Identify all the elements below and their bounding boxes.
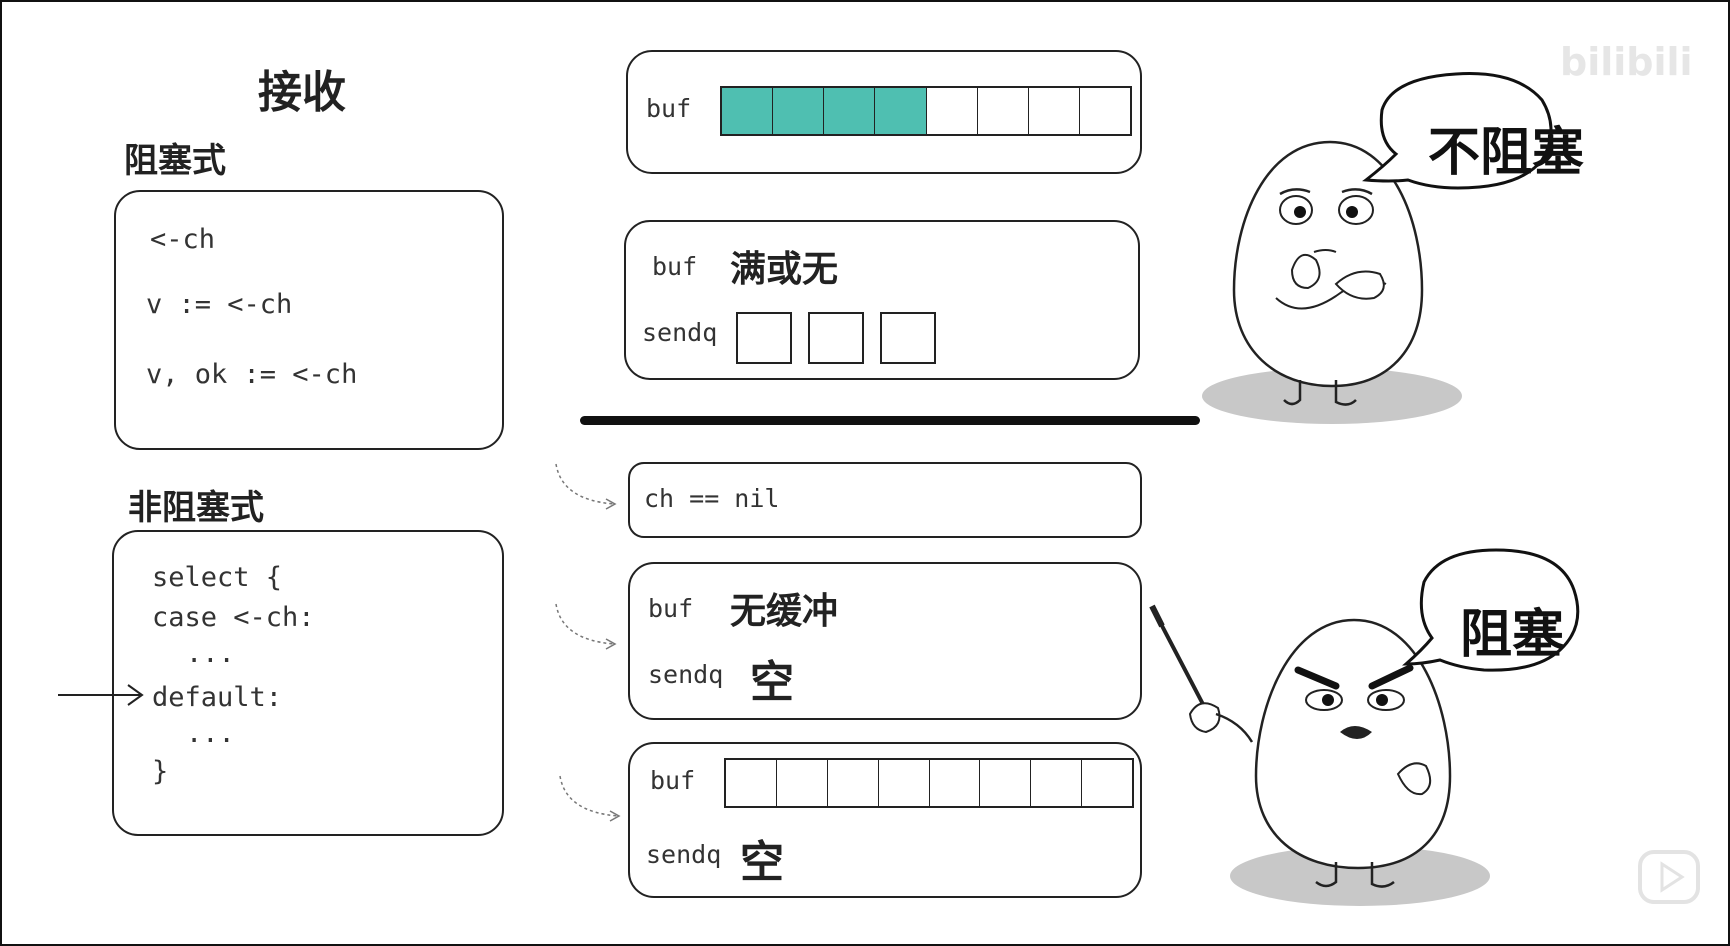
- buffer-slot-empty: [777, 760, 828, 806]
- blocking-heading: 阻塞式: [124, 141, 226, 181]
- buffer-slot-empty: [726, 760, 777, 806]
- case-nil-channel: ch == nil: [628, 462, 1142, 538]
- sendq-slot: [736, 312, 792, 364]
- buffer-slot-empty: [828, 760, 879, 806]
- play-icon[interactable]: [1636, 842, 1704, 910]
- blocking-code-box: <-ch v := <-ch v, ok := <-ch: [114, 190, 504, 450]
- buffer-slot-empty: [879, 760, 930, 806]
- nonblocking-code-box: select { case <-ch: ... default: ... }: [112, 530, 504, 836]
- code-line: v, ok := <-ch: [146, 359, 358, 390]
- code-line: v := <-ch: [146, 289, 293, 320]
- sendq-label: sendq: [642, 318, 718, 347]
- case-unbuffered-empty-sendq: buf 无缓冲 sendq 空: [628, 562, 1142, 720]
- sendq-label: sendq: [646, 840, 722, 869]
- case-sendq-waiting: buf 满或无 sendq: [624, 220, 1140, 380]
- buffer-slot-empty: [927, 88, 978, 134]
- buffer-slot-filled: [875, 88, 927, 134]
- buffer-slot-filled: [773, 88, 825, 134]
- case-empty-buffer-empty-sendq: buf sendq 空: [628, 742, 1142, 898]
- buffer-slots: [720, 86, 1132, 136]
- dotted-arrow-icon: [555, 463, 617, 510]
- pointer-arrow-icon: [58, 684, 144, 706]
- buffer-slot-empty: [1080, 88, 1130, 134]
- code-line: case <-ch:: [152, 602, 315, 633]
- buffer-slot-empty: [980, 760, 1032, 806]
- sendq-note: 空: [750, 657, 794, 708]
- buf-label: buf: [652, 252, 698, 281]
- code-line: default:: [152, 682, 283, 713]
- code-line: ...: [186, 638, 235, 669]
- nil-check-text: ch == nil: [644, 484, 780, 513]
- buffer-slot-empty: [930, 760, 981, 806]
- page-title: 接收: [258, 67, 346, 118]
- buf-note: 无缓冲: [730, 590, 839, 632]
- buf-label: buf: [648, 594, 694, 623]
- case-buf-has-data: buf: [626, 50, 1142, 174]
- buf-note: 满或无: [730, 248, 839, 290]
- buf-label: buf: [650, 766, 696, 795]
- sendq-slot: [808, 312, 864, 364]
- code-line: }: [152, 756, 169, 787]
- buffer-slot-empty: [1029, 88, 1080, 134]
- dotted-arrow-icon: [555, 603, 617, 650]
- dotted-arrow-icon: [559, 775, 621, 822]
- sendq-slot: [880, 312, 936, 364]
- section-divider: [580, 416, 1200, 425]
- buffer-slot-filled: [722, 88, 774, 134]
- bubble-bottom-text: 阻塞: [1460, 604, 1565, 665]
- buffer-slot-empty: [1031, 760, 1083, 806]
- buffer-slots: [724, 758, 1134, 808]
- sendq-label: sendq: [648, 660, 724, 689]
- bubble-top-text: 不阻塞: [1428, 122, 1585, 183]
- code-line: <-ch: [150, 224, 216, 255]
- code-line: select {: [152, 562, 283, 593]
- buffer-slot-empty: [978, 88, 1029, 134]
- nonblocking-heading: 非阻塞式: [128, 488, 264, 528]
- buffer-slot-empty: [1082, 760, 1132, 806]
- buffer-slot-filled: [824, 88, 876, 134]
- buf-label: buf: [646, 94, 692, 123]
- sendq-note: 空: [740, 837, 784, 888]
- code-line: ...: [186, 718, 235, 749]
